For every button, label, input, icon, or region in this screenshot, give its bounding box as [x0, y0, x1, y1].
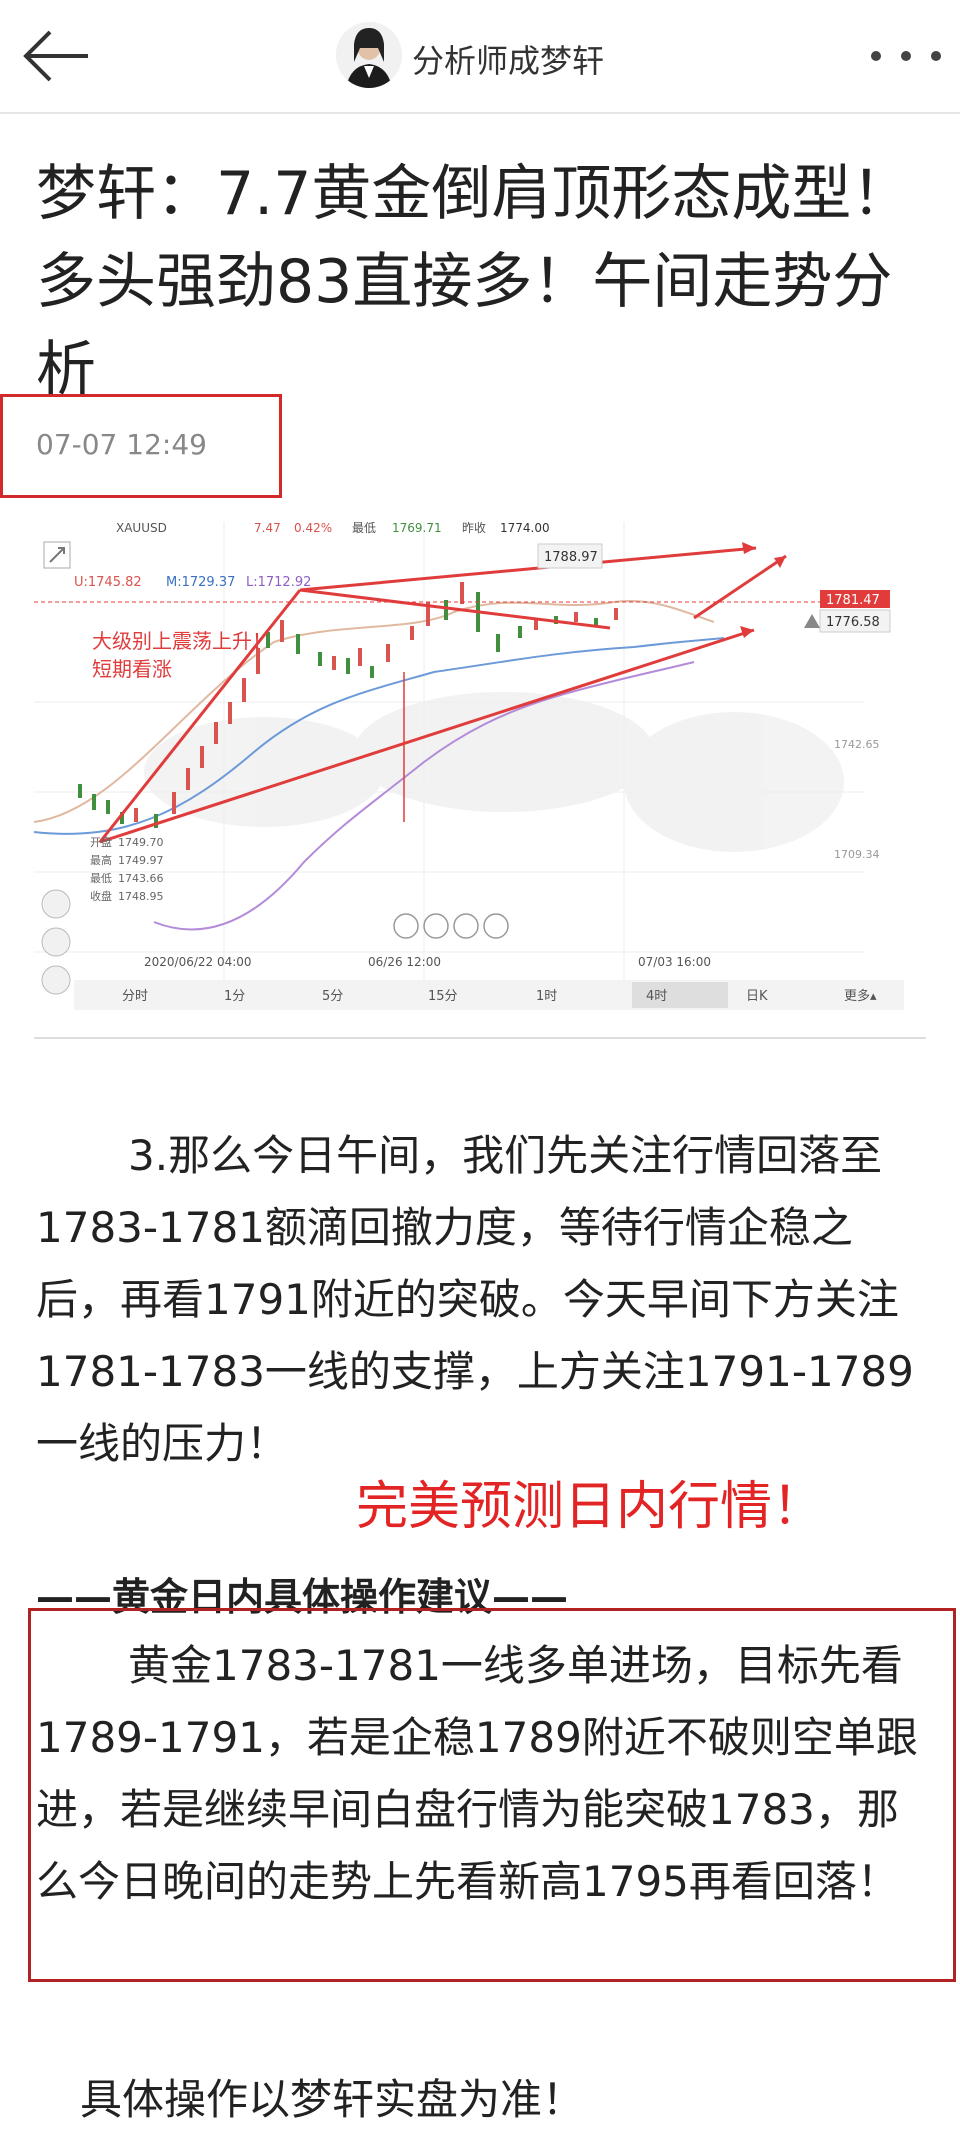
date-axis-3: 07/03 16:00	[638, 955, 711, 969]
chart-symbol: XAUUSD	[116, 522, 167, 535]
right-price: 1776.58	[826, 615, 880, 630]
ma-l: L:1712.92	[246, 575, 311, 590]
footer-note: 具体操作以梦轩实盘为准！	[80, 2075, 585, 2124]
analysis-paragraph: 3.那么今日午间，我们先关注行情回落至1783-1781额滴回撤力度，等待行情企…	[36, 1120, 926, 1480]
current-price-tag: 1781.47	[826, 593, 880, 608]
more-dots-icon	[871, 51, 941, 61]
author-name[interactable]: 分析师成梦轩	[412, 36, 604, 82]
chart-annotation-1: 大级别上震荡上升！	[92, 629, 272, 653]
tf-7[interactable]: 日K	[746, 989, 768, 1004]
tf-2[interactable]: 1分	[224, 989, 245, 1004]
chart-change-pct: 0.42%	[294, 522, 332, 535]
ohlc-low-value: 1743.66	[118, 872, 164, 885]
tf-5[interactable]: 1时	[536, 989, 557, 1004]
ohlc-close-value: 1748.95	[118, 890, 164, 903]
chart-hi-label: 最低	[352, 522, 376, 535]
top-bar: 分析师成梦轩	[0, 0, 960, 114]
peak-label: 1788.97	[544, 550, 598, 565]
ohlc-open-label: 开盘	[90, 835, 112, 849]
ohlc-high-label: 最高	[90, 853, 112, 867]
tf-3[interactable]: 5分	[322, 989, 343, 1004]
chart-prev-label: 昨收	[462, 522, 486, 535]
chart-image: XAUUSD 7.47 0.42% 最低 1769.71 昨收 1774.00 …	[33, 521, 926, 1042]
tf-4[interactable]: 15分	[428, 989, 458, 1004]
paragraph-text: 3.那么今日午间，我们先关注行情回落至1783-1781额滴回撤力度，等待行情企…	[36, 1131, 914, 1468]
ohlc-close-label: 收盘	[90, 889, 112, 903]
avatar-image	[336, 22, 402, 88]
wave-icon[interactable]	[41, 965, 71, 995]
axis-price-2: 1709.34	[834, 848, 880, 861]
publish-date: 07-07 12:49	[36, 428, 207, 461]
chart-prev-value: 1774.00	[500, 522, 550, 535]
tf-6[interactable]: 4时	[646, 989, 667, 1004]
advice-paragraph: 黄金1783-1781一线多单进场，目标先看1789-1791，若是企稳1789…	[36, 1630, 926, 1918]
chart-change: 7.47	[254, 522, 281, 535]
highlight-callout: 完美预测日内行情！	[356, 1477, 825, 1537]
ma-m: M:1729.37	[166, 575, 235, 590]
tf-1[interactable]: 分时	[122, 989, 148, 1004]
tf-8[interactable]: 更多▴	[844, 988, 877, 1004]
ohlc-open-value: 1749.70	[118, 836, 164, 849]
ohlc-low-label: 最低	[90, 872, 112, 885]
date-axis-2: 06/26 12:00	[368, 955, 441, 969]
advice-text: 黄金1783-1781一线多单进场，目标先看1789-1791，若是企稳1789…	[36, 1641, 918, 1906]
axis-price-1: 1742.65	[834, 738, 880, 751]
ma-u: U:1745.82	[74, 575, 142, 590]
avatar[interactable]	[336, 22, 402, 88]
pen-icon[interactable]	[41, 927, 71, 957]
back-button[interactable]	[22, 28, 92, 84]
more-button[interactable]	[866, 46, 946, 66]
ohlc-high-value: 1749.97	[118, 854, 164, 867]
date-axis-1: 2020/06/22 04:00	[144, 955, 252, 969]
chart-hi-value: 1769.71	[392, 522, 442, 535]
arrow-left-icon	[23, 30, 88, 82]
price-chart: XAUUSD 7.47 0.42% 最低 1769.71 昨收 1774.00 …	[33, 521, 926, 1042]
chart-annotation-2: 短期看涨	[92, 657, 172, 681]
article-title: 梦轩：7.7黄金倒肩顶形态成型！多头强劲83直接多！午间走势分析	[36, 159, 912, 405]
indicator-icon[interactable]	[41, 889, 71, 919]
